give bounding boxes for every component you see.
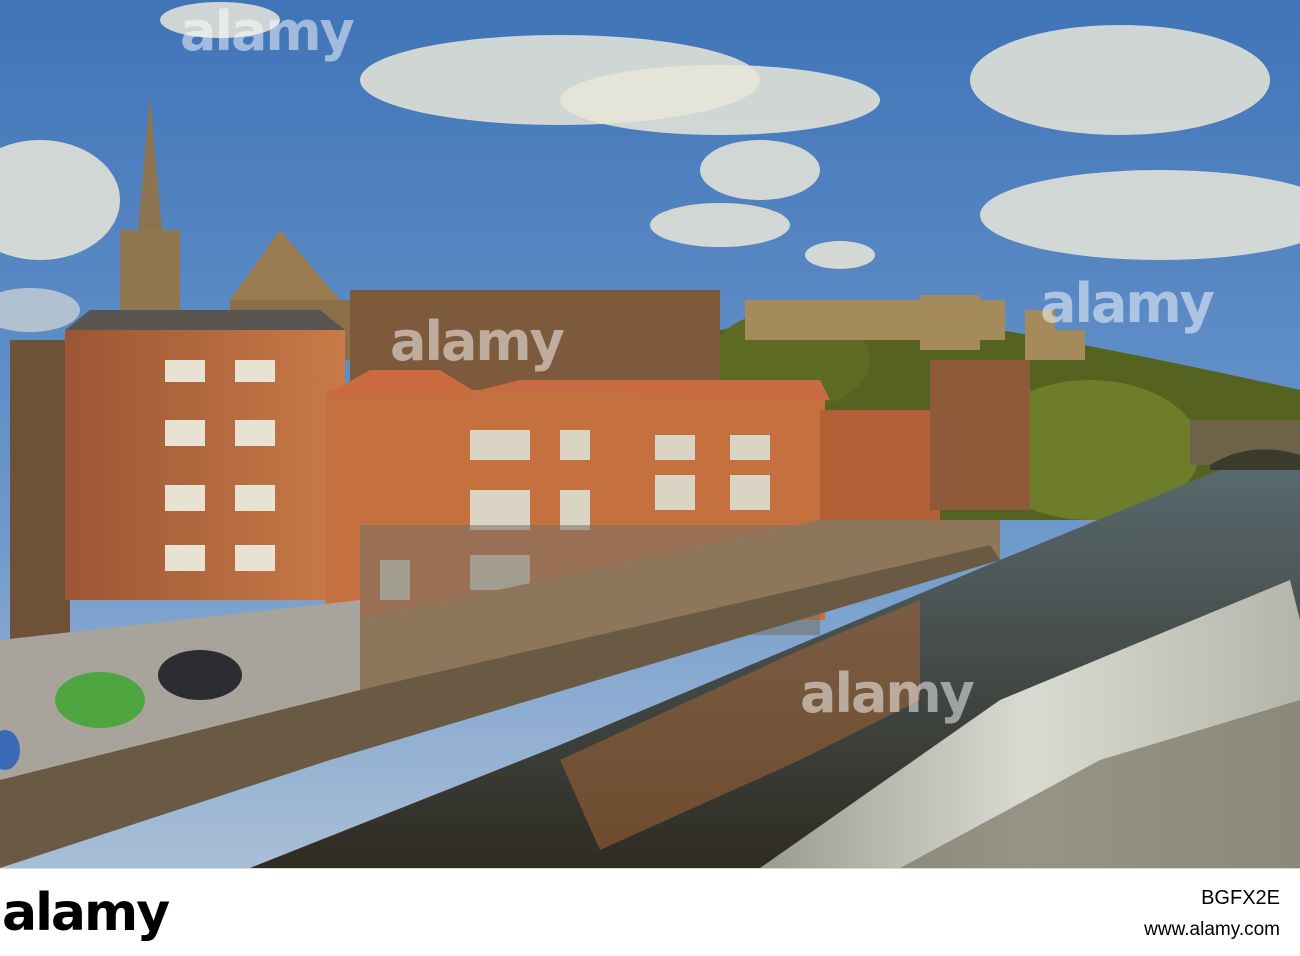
stock-footer: alamy BGFX2E www.alamy.com [0, 868, 1300, 956]
left-apartment-block [10, 310, 345, 640]
site-url[interactable]: www.alamy.com [1144, 919, 1280, 941]
watermark-1: alamy [390, 310, 565, 373]
watermark-4: alamy [180, 0, 355, 63]
black-car [158, 650, 242, 700]
riverside-photo: alamy alamy alamy alamy [0, 0, 1300, 868]
green-car [55, 672, 145, 728]
alamy-logo: alamy [2, 883, 170, 943]
stock-photo-page: alamy alamy alamy alamy alamy BGFX2E www… [0, 0, 1300, 956]
watermark-2: alamy [1040, 272, 1215, 335]
image-id: BGFX2E [1201, 887, 1280, 909]
watermark-3: alamy [800, 662, 975, 725]
